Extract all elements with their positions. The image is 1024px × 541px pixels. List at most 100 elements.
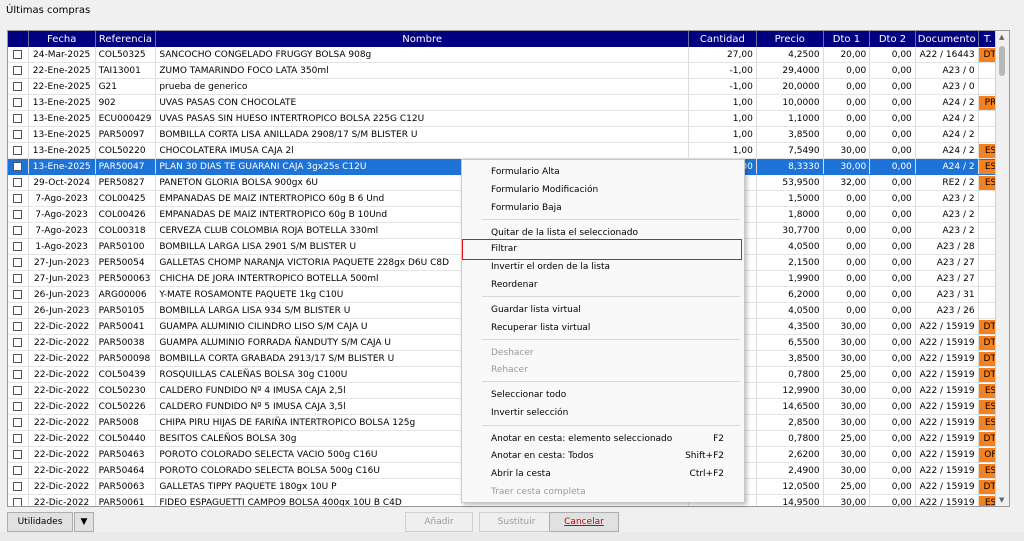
table-row[interactable]: 22-Ene-2025 G21 prueba de generico -1,00 20,… — [8, 78, 1009, 95]
precio-cell: 20,0000 — [756, 78, 824, 95]
cantidad-cell: 27,00 — [688, 47, 757, 63]
menu-item-guardar-lista-virtual[interactable]: Guardar lista virtual — [462, 302, 744, 318]
cancelar-button[interactable]: Cancelar — [549, 512, 619, 532]
row-checkbox[interactable] — [13, 97, 23, 107]
dto2-cell: 0,00 — [869, 158, 916, 175]
menu-item-label: Formulario Alta — [491, 167, 560, 177]
row-checkbox[interactable] — [13, 417, 23, 427]
row-checkbox[interactable] — [13, 481, 23, 491]
table-row[interactable]: 13-Ene-2025 COL50220 CHOCOLATERA IMUSA CAJ… — [8, 142, 1009, 159]
row-checkbox[interactable] — [13, 337, 23, 347]
row-checkbox[interactable] — [13, 273, 23, 283]
precio-cell: 1,9900 — [756, 270, 824, 287]
menu-item-invertir-el-orden-de-la-lista[interactable]: Invertir el orden de la lista — [462, 259, 744, 275]
column-header-1[interactable]: Fecha — [28, 31, 96, 47]
row-checkbox[interactable] — [13, 225, 23, 235]
row-checkbox[interactable] — [13, 385, 23, 395]
sustituir-button[interactable]: Sustituir — [479, 512, 554, 532]
column-header-2[interactable]: Referencia — [95, 31, 157, 47]
table-row[interactable]: 13-Ene-2025 PAR50097 BOMBILLA CORTA LISA A… — [8, 126, 1009, 143]
table-row[interactable]: 22-Ene-2025 TAI13001 ZUMO TAMARINDO FOCO L… — [8, 62, 1009, 79]
dto2-cell: 0,00 — [869, 430, 916, 447]
dto2-cell: 0,00 — [869, 78, 916, 95]
row-checkbox[interactable] — [13, 465, 23, 475]
table-row[interactable]: 24-Mar-2025 COL50325 SANCOCHO CONGELADO FR… — [8, 47, 1009, 63]
row-checkbox-cell — [8, 206, 29, 223]
row-checkbox[interactable] — [13, 161, 23, 171]
precio-cell: 7,5490 — [756, 142, 824, 159]
menu-item-quitar-de-la-lista-el-seleccionado[interactable]: Quitar de la lista el seleccionado — [462, 225, 744, 241]
precio-cell: 2,4900 — [756, 462, 824, 479]
row-checkbox[interactable] — [13, 289, 23, 299]
column-header-3[interactable]: Nombre — [155, 31, 689, 47]
row-checkbox[interactable] — [13, 497, 23, 506]
table-row[interactable]: 13-Ene-2025 ECU000429 UVAS PASAS SIN HUESO… — [8, 110, 1009, 127]
menu-item-formulario-baja[interactable]: Formulario Baja — [462, 200, 744, 216]
utilidades-button[interactable]: Utilidades — [7, 512, 73, 532]
row-checkbox[interactable] — [13, 353, 23, 363]
scroll-up-arrow-icon[interactable]: ▲ — [999, 33, 1004, 41]
menu-item-recuperar-lista-virtual[interactable]: Recuperar lista virtual — [462, 320, 744, 336]
fecha-cell: 22-Dic-2022 — [28, 318, 96, 335]
menu-item-shortcut: F2 — [713, 434, 724, 444]
row-checkbox[interactable] — [13, 433, 23, 443]
nombre-cell: BOMBILLA CORTA LISA ANILLADA 2908/17 S/M… — [155, 126, 689, 143]
column-header-5[interactable]: Precio — [756, 31, 824, 47]
utilidades-dropdown-button[interactable]: ▼ — [74, 512, 94, 532]
menu-item-reordenar[interactable]: Reordenar — [462, 277, 744, 293]
row-checkbox[interactable] — [13, 193, 23, 203]
dto1-cell: 30,00 — [823, 350, 871, 367]
fecha-cell: 7-Ago-2023 — [28, 222, 96, 239]
column-header-8[interactable]: Documento — [915, 31, 979, 47]
row-checkbox[interactable] — [13, 321, 23, 331]
row-checkbox[interactable] — [13, 241, 23, 251]
menu-item-formulario-modificaci-n[interactable]: Formulario Modificación — [462, 182, 744, 198]
anadir-button[interactable]: Añadir — [405, 512, 473, 532]
row-checkbox[interactable] — [13, 257, 23, 267]
row-checkbox[interactable] — [13, 65, 23, 75]
row-checkbox-cell — [8, 318, 29, 335]
row-checkbox[interactable] — [13, 209, 23, 219]
scrollbar-thumb[interactable] — [999, 46, 1005, 76]
dto2-cell: 0,00 — [869, 350, 916, 367]
row-checkbox[interactable] — [13, 129, 23, 139]
menu-item-anotar-en-cesta-todos[interactable]: Anotar en cesta: Todos Shift+F2 — [462, 448, 744, 464]
row-checkbox[interactable] — [13, 369, 23, 379]
row-checkbox[interactable] — [13, 145, 23, 155]
precio-cell: 0,7800 — [756, 366, 824, 383]
menu-item-seleccionar-todo[interactable]: Seleccionar todo — [462, 387, 744, 403]
dto1-cell: 0,00 — [823, 110, 871, 127]
menu-item-invertir-selecci-n[interactable]: Invertir selección — [462, 405, 744, 421]
fecha-cell: 7-Ago-2023 — [28, 206, 96, 223]
row-checkbox[interactable] — [13, 81, 23, 91]
ref-cell: COL00318 — [95, 222, 157, 239]
row-checkbox-cell — [8, 398, 29, 415]
ref-cell: PER500063 — [95, 270, 157, 287]
dto2-cell: 0,00 — [869, 222, 916, 239]
row-checkbox[interactable] — [13, 449, 23, 459]
row-checkbox-cell — [8, 286, 29, 303]
vertical-scrollbar[interactable]: ▲ ▼ — [995, 31, 1009, 506]
column-header-6[interactable]: Dto 1 — [823, 31, 871, 47]
column-header-7[interactable]: Dto 2 — [869, 31, 916, 47]
ref-cell: PAR5008 — [95, 414, 157, 431]
dto1-cell: 30,00 — [823, 382, 871, 399]
fecha-cell: 29-Oct-2024 — [28, 174, 96, 191]
doc-cell: A23 / 27 — [915, 254, 979, 271]
menu-item-formulario-alta[interactable]: Formulario Alta — [462, 164, 744, 180]
scroll-down-arrow-icon[interactable]: ▼ — [999, 496, 1004, 504]
ref-cell: COL50440 — [95, 430, 157, 447]
menu-item-anotar-en-cesta-elemento-seleccionado[interactable]: Anotar en cesta: elemento seleccionado F2 — [462, 431, 744, 447]
column-header-0[interactable] — [8, 31, 29, 47]
menu-item-abrir-la-cesta[interactable]: Abrir la cesta Ctrl+F2 — [462, 466, 744, 482]
doc-cell: A22 / 15919 — [915, 382, 979, 399]
row-checkbox[interactable] — [13, 177, 23, 187]
row-checkbox[interactable] — [13, 305, 23, 315]
row-checkbox[interactable] — [13, 113, 23, 123]
row-checkbox[interactable] — [13, 401, 23, 411]
menu-item-filtrar[interactable]: Filtrar — [462, 241, 744, 257]
doc-cell: A22 / 15919 — [915, 350, 979, 367]
column-header-4[interactable]: Cantidad — [688, 31, 757, 47]
row-checkbox[interactable] — [13, 49, 23, 59]
table-row[interactable]: 13-Ene-2025 902 UVAS PASAS CON CHOCOLATE 1,… — [8, 94, 1009, 111]
